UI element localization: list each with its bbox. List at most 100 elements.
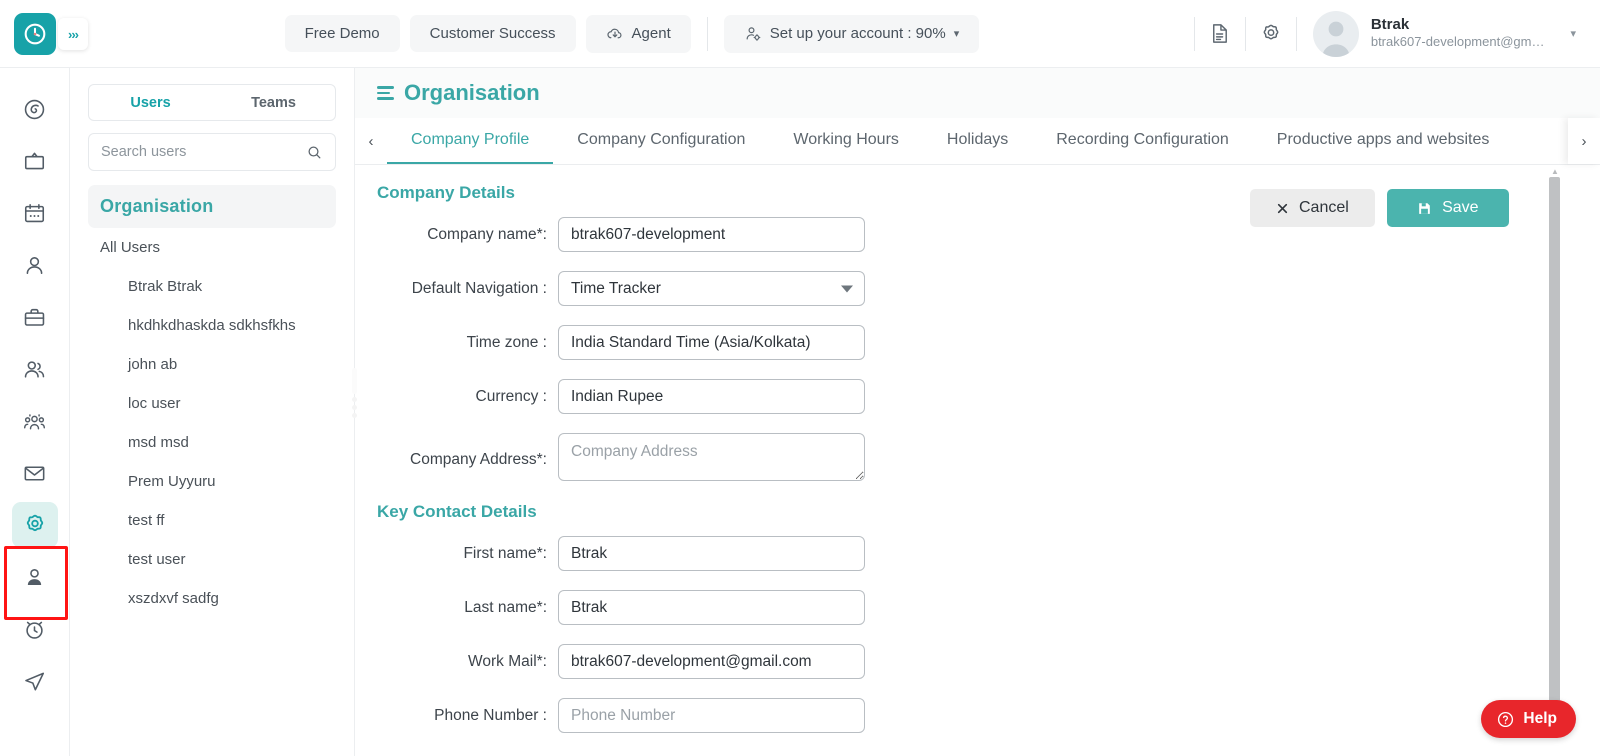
field-currency: Currency : (355, 379, 1190, 414)
company-profile-form: Company Details Company name*: Default N… (355, 165, 1190, 756)
dashboard-icon[interactable] (12, 86, 58, 132)
profile-menu[interactable]: Btrak btrak607-development@gm… ▾ (1297, 10, 1586, 57)
time-zone-input[interactable] (558, 325, 865, 360)
setup-account-button[interactable]: Set up your account : 90% ▾ (723, 14, 980, 53)
phone-number-input[interactable] (558, 698, 865, 733)
scroll-up-arrow[interactable]: ▲ (1551, 167, 1559, 176)
work-mail-input[interactable] (558, 644, 865, 679)
field-company-address: Company Address*: (355, 433, 1190, 486)
send-icon[interactable] (12, 658, 58, 704)
icon-rail (0, 68, 70, 756)
tab-next-button[interactable]: › (1568, 118, 1600, 164)
currency-input[interactable] (558, 379, 865, 414)
field-control (558, 325, 865, 360)
list-item[interactable]: test ff (88, 501, 336, 540)
agent-button[interactable]: Agent (585, 14, 691, 53)
last-name-input[interactable] (558, 590, 865, 625)
hamburger-icon[interactable] (377, 86, 394, 100)
agent-label: Agent (631, 25, 671, 42)
tab-teams[interactable]: Teams (212, 85, 335, 120)
company-name-input[interactable] (558, 217, 865, 252)
first-name-input[interactable] (558, 536, 865, 571)
users-icon[interactable] (12, 346, 58, 392)
profile-email: btrak607-development@gm… (1370, 34, 1545, 50)
customer-success-label: Customer Success (429, 25, 556, 42)
customer-success-button[interactable]: Customer Success (409, 15, 576, 52)
tab-users[interactable]: Users (89, 85, 212, 120)
user-gear-icon (744, 25, 762, 43)
field-control (558, 433, 865, 486)
tab-productive-apps-and-websites[interactable]: Productive apps and websites (1253, 118, 1514, 164)
free-demo-button[interactable]: Free Demo (284, 15, 400, 52)
section-title-key-contact-details: Key Contact Details (377, 502, 537, 521)
clock-logo[interactable] (14, 12, 56, 55)
briefcase-icon[interactable] (12, 294, 58, 340)
form-actions: Cancel Save (1190, 165, 1600, 756)
cancel-label: Cancel (1299, 199, 1349, 216)
tree-item-organisation[interactable]: Organisation (88, 185, 336, 228)
body: Users Teams Organisation All Users Btrak… (0, 68, 1600, 756)
sidebar-item-settings[interactable] (11, 502, 58, 548)
main-content: Organisation ‹ Company Profile Company C… (355, 68, 1600, 756)
tree-item-all-users[interactable]: All Users (88, 228, 336, 267)
tab-users-label: Users (130, 94, 171, 111)
list-item[interactable]: msd msd (88, 423, 336, 462)
tab-teams-label: Teams (251, 94, 296, 111)
avatar (1312, 10, 1359, 57)
search-users-box[interactable] (88, 133, 336, 171)
screen-capture-icon[interactable] (12, 138, 58, 184)
document-icon[interactable] (1195, 13, 1245, 55)
list-item[interactable]: john ab (88, 345, 336, 384)
default-navigation-select[interactable] (558, 271, 865, 306)
list-item[interactable]: Prem Uyyuru (88, 462, 336, 501)
user-icon[interactable] (12, 242, 58, 288)
free-demo-label: Free Demo (304, 25, 380, 42)
field-label: Time zone : (466, 333, 547, 351)
cloud-download-icon (606, 25, 624, 43)
field-control (558, 698, 865, 733)
field-label: Company name*: (427, 225, 547, 243)
field-label: Default Navigation : (411, 279, 547, 297)
list-item[interactable]: xszdxvf sadfg (88, 579, 336, 618)
field-company-name: Company name*: (355, 217, 1190, 252)
field-default-navigation: Default Navigation : (355, 271, 1190, 306)
field-last-name: Last name*: (355, 590, 1190, 625)
profile-icon[interactable] (12, 554, 58, 600)
vertical-scrollbar[interactable] (1549, 177, 1560, 722)
field-label: First name*: (463, 544, 547, 562)
field-control (558, 536, 865, 571)
save-button[interactable]: Save (1386, 189, 1509, 227)
help-label: Help (1523, 710, 1557, 727)
action-buttons: Cancel Save (1250, 189, 1600, 227)
gear-icon[interactable] (1246, 13, 1296, 55)
tab-recording-configuration[interactable]: Recording Configuration (1032, 118, 1253, 164)
expand-sidebar-button[interactable]: ››› (58, 18, 88, 50)
tab-prev-button[interactable]: ‹ (355, 118, 387, 164)
list-item[interactable]: hkdhkdhaskda sdkhsfkhs (88, 306, 336, 345)
alarm-clock-icon[interactable] (12, 606, 58, 652)
calendar-icon[interactable] (12, 190, 58, 236)
mail-icon[interactable] (12, 450, 58, 496)
app-root: ››› Free Demo Customer Success Agent Set… (0, 0, 1600, 756)
chevron-down-icon: ▾ (953, 28, 960, 40)
search-icon[interactable] (306, 144, 323, 161)
top-right-actions: Btrak btrak607-development@gm… ▾ (1193, 10, 1600, 57)
field-label: Currency : (475, 387, 548, 405)
team-icon[interactable] (12, 398, 58, 444)
tabs: Company Profile Company Configuration Wo… (387, 118, 1568, 164)
list-item[interactable]: Btrak Btrak (88, 267, 336, 306)
help-button[interactable]: Help (1481, 700, 1576, 738)
search-input[interactable] (101, 144, 306, 160)
tab-bar: ‹ Company Profile Company Configuration … (355, 118, 1600, 165)
company-address-textarea[interactable] (558, 433, 865, 481)
cancel-button[interactable]: Cancel (1250, 189, 1375, 227)
list-item[interactable]: test user (88, 540, 336, 579)
tab-company-configuration[interactable]: Company Configuration (553, 118, 769, 164)
list-item[interactable]: loc user (88, 384, 336, 423)
tab-company-profile[interactable]: Company Profile (387, 118, 554, 164)
tab-holidays[interactable]: Holidays (923, 118, 1032, 164)
setup-account-label: Set up your account : 90% (769, 25, 946, 42)
tab-working-hours[interactable]: Working Hours (769, 118, 923, 164)
chevron-down-icon: ▾ (1570, 28, 1576, 40)
section-title-company-details: Company Details (377, 183, 515, 202)
